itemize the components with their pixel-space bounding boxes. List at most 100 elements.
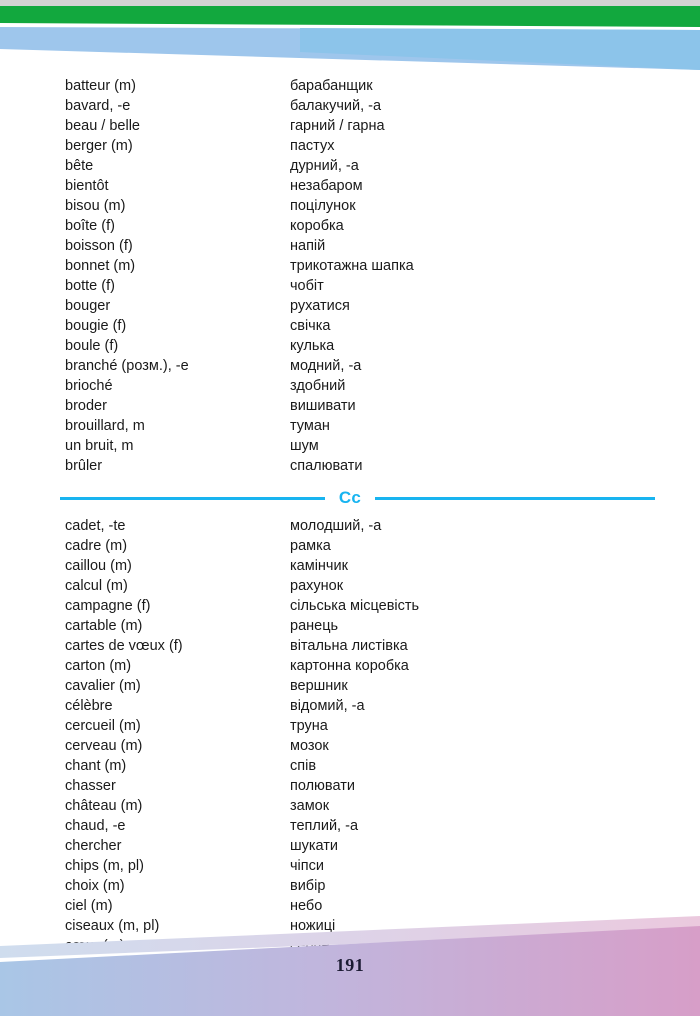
glossary-row: un bruit, m шум [0, 436, 700, 456]
glossary-row: brioché здобний [0, 376, 700, 396]
glossary-row: bavard, -e балакучий, -а [0, 96, 700, 116]
glossary-row: batteur (m) барабанщик [0, 76, 700, 96]
glossary-row: bonnet (m) трикотажна шапка [0, 256, 700, 276]
french-term: choix (m) [65, 878, 125, 894]
glossary-row: cavalier (m) вершник [0, 676, 700, 696]
french-term: château (m) [65, 798, 143, 814]
french-term: caillou (m) [65, 558, 132, 574]
section-letter: Cc [338, 488, 362, 507]
french-term: célèbre [65, 698, 113, 714]
glossary-row: carton (m) картонна коробка [0, 656, 700, 676]
glossary-row: caillou (m) камінчик [0, 556, 700, 576]
french-term: chips (m, pl) [65, 858, 144, 874]
ukrainian-translation: спів [290, 758, 317, 774]
ukrainian-translation: гарний / гарна [290, 118, 385, 134]
french-term: chant (m) [65, 758, 127, 774]
french-term: cerveau (m) [65, 738, 143, 754]
ukrainian-translation: кулька [290, 338, 335, 354]
glossary-row: cercueil (m) труна [0, 716, 700, 736]
glossary-row: bientôt незабаром [0, 176, 700, 196]
glossary-row: brûler спалювати [0, 456, 700, 476]
glossary-row: bouger рухатися [0, 296, 700, 316]
french-term: bougie (f) [65, 318, 127, 334]
ukrainian-translation: теплий, -а [290, 818, 359, 834]
ukrainian-translation: рамка [290, 538, 331, 554]
french-term: boule (f) [65, 338, 119, 354]
ukrainian-translation: чобіт [290, 278, 324, 294]
glossary-page: batteur (m) барабанщик bavard, -e балакучий… [0, 0, 700, 1016]
french-term: batteur (m) [65, 78, 136, 94]
ukrainian-translation: балакучий, -а [290, 98, 382, 114]
ukrainian-translation: сільська місцевість [290, 598, 420, 614]
ukrainian-translation: дурний, -а [290, 158, 359, 174]
french-term: bouger [65, 298, 111, 314]
ukrainian-translation: свічка [290, 318, 331, 334]
glossary-row: cartable (m) ранець [0, 616, 700, 636]
glossary-row: boule (f) кулька [0, 336, 700, 356]
glossary-row: campagne (f) сільська місцевість [0, 596, 700, 616]
ukrainian-translation: вітальна листівка [290, 638, 408, 654]
ukrainian-translation: молодший, -а [290, 518, 382, 534]
page-number: 191 [335, 955, 365, 975]
glossary-row: cadet, -te молодший, -а [0, 516, 700, 536]
french-term: brioché [65, 378, 113, 394]
green-diagonal-band [0, 6, 700, 27]
ukrainian-translation: здобний [290, 378, 346, 394]
ukrainian-translation: полювати [290, 778, 355, 794]
ukrainian-translation: чіпси [290, 858, 324, 874]
glossary-row: chaud, -e теплий, -а [0, 816, 700, 836]
divider-rule-right [375, 497, 655, 500]
ukrainian-translation: туман [290, 418, 330, 434]
french-term: cavalier (m) [65, 678, 141, 694]
french-term: berger (m) [65, 138, 133, 154]
ukrainian-translation: поцілунок [290, 198, 356, 214]
french-term: broder [65, 398, 107, 414]
glossary-row: cerveau (m) мозок [0, 736, 700, 756]
ukrainian-translation: вибір [290, 878, 326, 894]
glossary-entries: batteur (m) барабанщик bavard, -e балакучий… [0, 76, 700, 956]
ukrainian-translation: картонна коробка [290, 658, 409, 674]
ukrainian-translation: напій [290, 238, 326, 254]
ukrainian-translation: барабанщик [290, 78, 373, 94]
glossary-row: célèbre відомий, -а [0, 696, 700, 716]
ukrainian-translation: труна [290, 718, 328, 734]
french-term: botte (f) [65, 278, 115, 294]
glossary-row: cadre (m) рамка [0, 536, 700, 556]
ukrainian-translation: шум [290, 438, 319, 454]
ukrainian-translation: пастух [290, 138, 335, 154]
glossary-row: chasser полювати [0, 776, 700, 796]
glossary-row: chercher шукати [0, 836, 700, 856]
glossary-row: branché (розм.), -e модний, -а [0, 356, 700, 376]
ukrainian-translation: коробка [290, 218, 344, 234]
french-term: cadet, -te [65, 518, 126, 534]
ukrainian-translation: вишивати [290, 398, 356, 414]
french-term: brûler [65, 458, 103, 474]
french-term: carton (m) [65, 658, 132, 674]
glossary-row: boisson (f) напій [0, 236, 700, 256]
french-term: brouillard, m [65, 418, 145, 434]
glossary-row: boîte (f) коробка [0, 216, 700, 236]
ukrainian-translation: шукати [290, 838, 339, 854]
french-term: cadre (m) [65, 538, 128, 554]
glossary-row: cartes de vœux (f) вітальна листівка [0, 636, 700, 656]
glossary-row: chips (m, pl) чіпси [0, 856, 700, 876]
french-term: chercher [65, 838, 122, 854]
french-term: calcul (m) [65, 578, 128, 594]
ukrainian-translation: відомий, -а [290, 698, 365, 714]
ukrainian-translation: рахунок [290, 578, 344, 594]
divider-rule-left [60, 497, 325, 500]
ukrainian-translation: ранець [290, 618, 339, 634]
glossary-row: botte (f) чобіт [0, 276, 700, 296]
french-term: bête [65, 158, 94, 174]
ukrainian-translation: небо [290, 898, 323, 914]
glossary-row: château (m) замок [0, 796, 700, 816]
french-term: bientôt [65, 178, 109, 194]
ukrainian-translation: модний, -а [290, 358, 362, 374]
french-term: bisou (m) [65, 198, 126, 214]
glossary-row: bête дурний, -а [0, 156, 700, 176]
french-term: cartes de vœux (f) [65, 638, 183, 654]
french-term: cercueil (m) [65, 718, 141, 734]
glossary-row: choix (m) вибір [0, 876, 700, 896]
glossary-row: broder вишивати [0, 396, 700, 416]
french-term: bavard, -e [65, 98, 131, 114]
